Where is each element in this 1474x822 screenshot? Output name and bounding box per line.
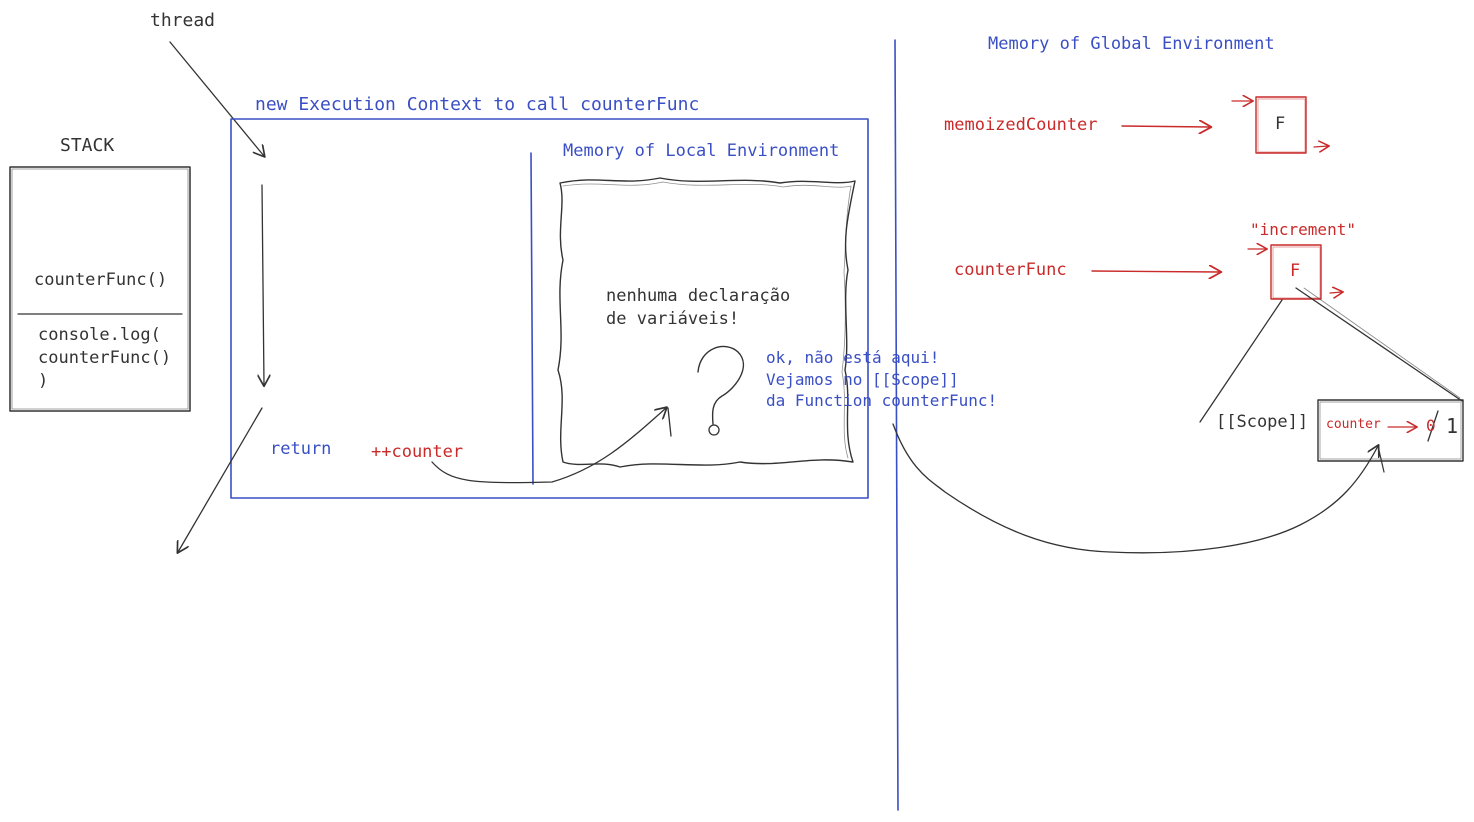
function-name-label: "increment"	[1250, 220, 1356, 239]
stack-title: STACK	[60, 135, 115, 156]
scope-counter-old-value: 0	[1426, 416, 1436, 435]
return-label: return	[270, 439, 332, 459]
execution-context-divider	[530, 152, 534, 485]
stack-frame-console-log: console.log( counterFunc() )	[38, 325, 172, 391]
thread-exit-arrow	[178, 407, 263, 552]
scope-link-line-right	[1295, 287, 1463, 402]
scope-link-line	[1199, 299, 1283, 423]
global-divider	[894, 39, 899, 811]
memoized-counter-label: memoizedCounter	[944, 115, 1098, 135]
execution-context-title: new Execution Context to call counterFun…	[255, 94, 700, 115]
global-memory-title: Memory of Global Environment	[988, 34, 1275, 54]
counter-func-value: F	[1290, 261, 1301, 281]
counter-func-label: counterFunc	[954, 260, 1067, 280]
scope-lookup-arrow	[892, 423, 1378, 554]
local-memory-title: Memory of Local Environment	[563, 141, 840, 161]
stack-frame-counter-func: counterFunc()	[34, 270, 168, 290]
lookup-arrow	[431, 408, 666, 484]
diagram-canvas	[9, 39, 1464, 811]
question-mark-text: ?	[700, 340, 701, 341]
memoized-counter-value: F	[1275, 114, 1286, 134]
scope-counter-new-value: 1	[1446, 414, 1459, 438]
local-memory-note: nenhuma declaração de variáveis!	[606, 286, 791, 329]
scope-label: [[Scope]]	[1216, 412, 1309, 432]
thread-arrow	[169, 41, 264, 156]
lookup-note: ok, não está aqui! Vejamos no [[Scope]] …	[766, 348, 998, 411]
thread-down-arrow	[262, 184, 264, 385]
memoized-counter-arrow	[1121, 126, 1210, 127]
question-mark-drawing	[697, 345, 745, 425]
thread-label: thread	[150, 10, 216, 31]
scope-counter-name: counter	[1326, 417, 1381, 432]
counter-func-arrow	[1091, 271, 1220, 272]
increment-expression: ++counter	[371, 442, 464, 462]
